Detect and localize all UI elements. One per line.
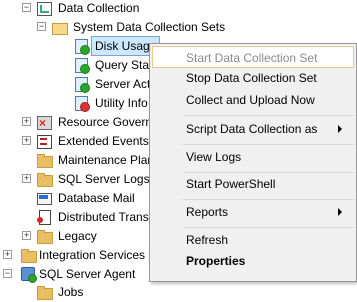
node-label: Extended Events <box>58 134 149 148</box>
menu-separator <box>183 115 354 116</box>
folder-icon <box>36 152 53 168</box>
menu-item-label: Script Data Collection as <box>186 122 318 136</box>
collection-set-stopped-icon <box>73 95 90 112</box>
menu-item-label: Reports <box>186 205 229 219</box>
menu-item-collect-and-upload-now[interactable]: Collect and Upload Now <box>152 89 354 111</box>
node-label: Legacy <box>58 229 97 243</box>
folder-open-icon <box>51 19 68 35</box>
menu-item-label: Start PowerShell <box>186 177 276 191</box>
expand-toggle[interactable]: + <box>22 136 31 145</box>
menu-item-properties[interactable]: Properties <box>152 250 354 272</box>
node-label: SQL Server Logs <box>58 172 150 186</box>
node-label: Jobs <box>58 285 84 299</box>
submenu-arrow-icon <box>338 125 342 133</box>
menu-item-stop-data-collection-set[interactable]: Stop Data Collection Set <box>152 67 354 89</box>
expand-toggle[interactable]: + <box>3 250 12 259</box>
distributed-transaction-icon <box>36 209 52 225</box>
folder-icon <box>36 171 53 187</box>
folder-icon <box>20 247 37 263</box>
node-label: Server Act <box>95 77 151 91</box>
submenu-arrow-icon <box>338 208 342 216</box>
menu-item-label: Stop Data Collection Set <box>186 71 317 85</box>
menu-separator <box>183 199 354 200</box>
node-label: Distributed Trans <box>58 210 149 224</box>
expand-toggle[interactable]: + <box>22 174 31 183</box>
node-label: Maintenance Plan <box>58 153 155 167</box>
node-label: Resource Governo <box>58 115 159 129</box>
node-label: SQL Server Agent <box>39 267 136 281</box>
menu-item-label: Properties <box>186 254 246 268</box>
node-label: System Data Collection Sets <box>73 20 226 34</box>
node-label: Query Stat <box>95 58 153 72</box>
database-mail-icon <box>36 190 52 206</box>
collection-set-running-icon <box>73 38 90 55</box>
menu-item-label: Start Data Collection Set <box>186 51 318 65</box>
collapse-toggle[interactable]: − <box>3 269 12 278</box>
context-menu: Start Data Collection Set Stop Data Coll… <box>149 43 357 282</box>
menu-item-start-data-collection-set[interactable]: Start Data Collection Set <box>152 46 354 68</box>
menu-item-reports[interactable]: Reports <box>152 201 354 223</box>
node-label: Utility Info <box>95 96 148 110</box>
menu-item-start-powershell[interactable]: Start PowerShell <box>152 173 354 195</box>
collection-set-running-icon <box>73 57 90 74</box>
node-label: Integration Services C <box>39 248 158 262</box>
menu-item-label: Refresh <box>186 233 229 247</box>
menu-item-label: View Logs <box>186 150 242 164</box>
menu-separator <box>183 144 354 145</box>
expand-toggle[interactable]: + <box>22 117 31 126</box>
collapse-toggle[interactable]: − <box>22 3 31 12</box>
expand-toggle[interactable]: + <box>22 231 31 240</box>
folder-icon <box>36 228 53 244</box>
resource-governor-icon <box>36 113 52 133</box>
menu-item-label: Collect and Upload Now <box>186 93 315 107</box>
sql-server-agent-icon <box>20 266 37 283</box>
collapse-toggle[interactable]: − <box>37 22 46 31</box>
collection-set-running-icon <box>73 76 90 93</box>
menu-item-refresh[interactable]: Refresh <box>152 229 354 251</box>
folder-icon <box>36 284 53 300</box>
menu-item-script-data-collection-as[interactable]: Script Data Collection as <box>152 118 354 140</box>
node-label: Data Collection <box>58 1 140 15</box>
extended-events-icon <box>36 133 52 149</box>
menu-item-view-logs[interactable]: View Logs <box>152 146 354 168</box>
node-label: Database Mail <box>58 191 135 205</box>
menu-separator <box>183 227 354 228</box>
data-collection-icon <box>36 0 52 16</box>
